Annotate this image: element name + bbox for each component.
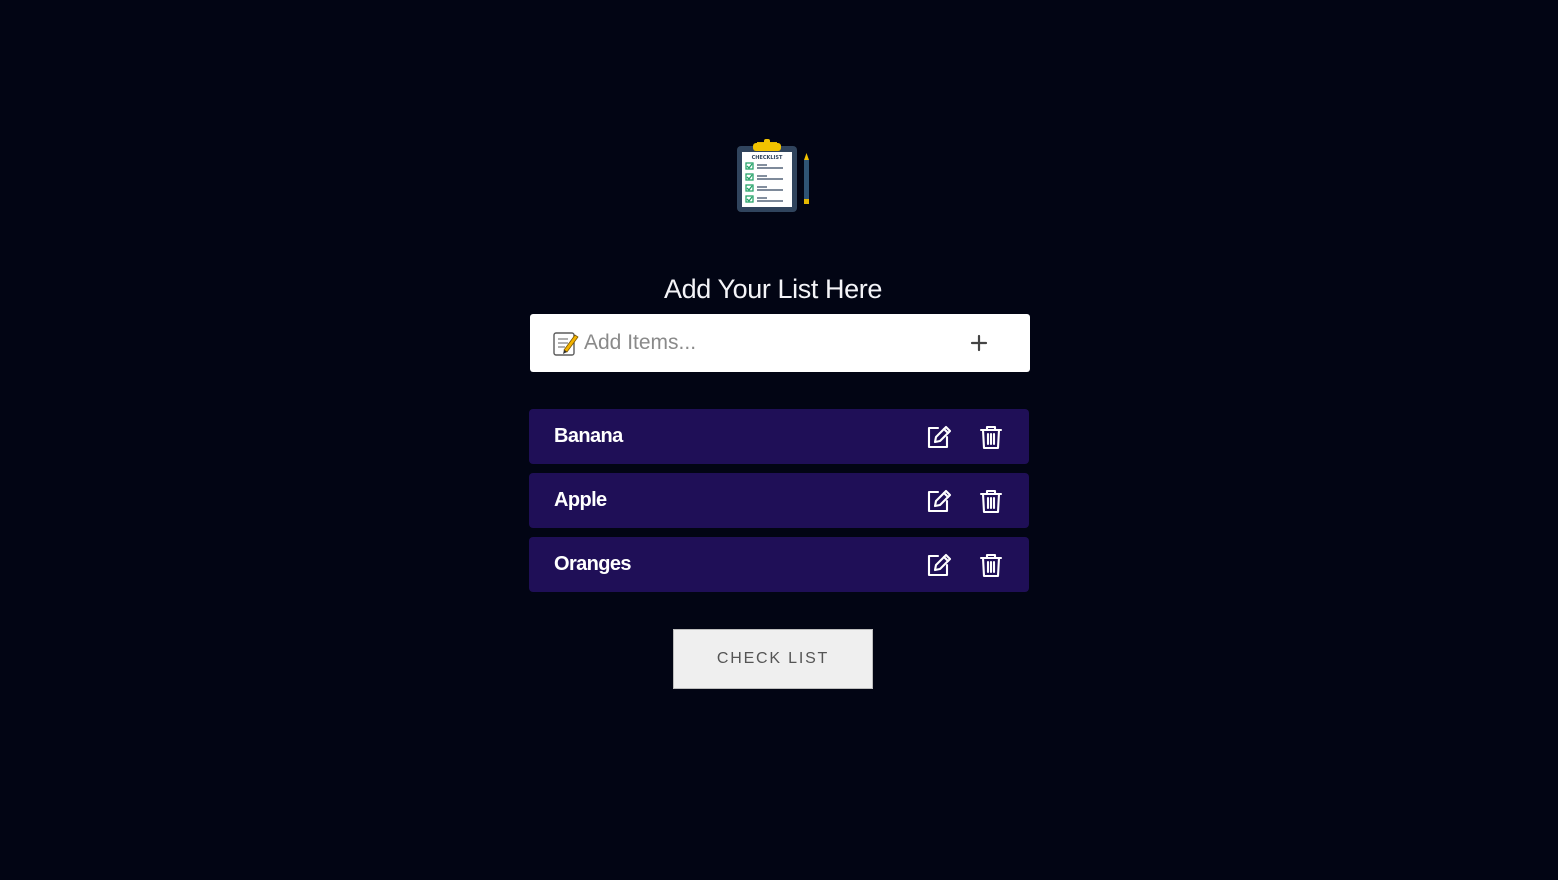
checklist-clipboard-icon: CHECKLIST <box>735 139 813 213</box>
edit-icon <box>923 553 953 583</box>
list-item: Apple <box>529 473 1029 528</box>
edit-icon <box>923 489 953 519</box>
trash-icon <box>976 489 1006 519</box>
memo-icon <box>551 329 579 357</box>
page-title: Add Your List Here <box>664 274 882 305</box>
edit-item-button[interactable] <box>923 486 953 516</box>
item-text: Oranges <box>554 553 632 575</box>
plus-icon <box>964 334 994 361</box>
check-list-button[interactable]: CHECK LIST <box>673 629 873 689</box>
item-text: Banana <box>554 425 623 447</box>
edit-icon <box>923 425 953 455</box>
list-item: Banana <box>529 409 1029 464</box>
add-item-button[interactable] <box>964 328 994 358</box>
edit-item-button[interactable] <box>923 550 953 580</box>
delete-item-button[interactable] <box>976 486 1006 516</box>
trash-icon <box>976 553 1006 583</box>
svg-text:CHECKLIST: CHECKLIST <box>752 155 783 161</box>
item-text: Apple <box>554 489 607 511</box>
trash-icon <box>976 425 1006 455</box>
delete-item-button[interactable] <box>976 550 1006 580</box>
delete-item-button[interactable] <box>976 422 1006 452</box>
edit-item-button[interactable] <box>923 422 953 452</box>
checklist-items: Banana Apple Oranges <box>529 409 1029 601</box>
add-item-input[interactable] <box>584 324 974 362</box>
add-item-form <box>530 314 1030 372</box>
checklist-app: CHECKLIST Add Your List Here Add Items..… <box>0 0 1558 880</box>
list-item: Oranges <box>529 537 1029 592</box>
